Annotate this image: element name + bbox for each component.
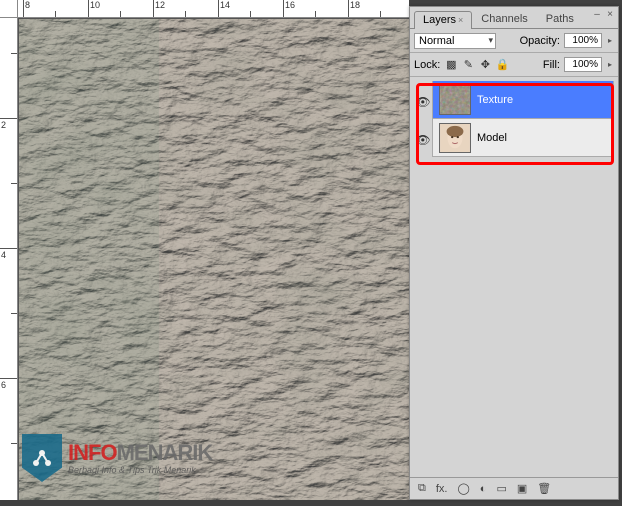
layers-list: 👁 👁 Texture Model (410, 77, 618, 477)
watermark-title: INFOMENARIK (68, 442, 212, 464)
layer-name[interactable]: Model (477, 132, 507, 144)
lock-label: Lock: (414, 59, 440, 71)
layers-panel-footer: ⧉ fx. ◯ ◐ ▭ ▣ 🗑 (410, 477, 618, 499)
close-icon[interactable]: × (458, 15, 463, 25)
ruler-h-8: 8 (25, 0, 30, 10)
layer-name[interactable]: Texture (477, 94, 513, 106)
visibility-toggle[interactable]: 👁 (414, 121, 432, 159)
ruler-v-4: 4 (1, 250, 6, 260)
adjustment-layer-icon[interactable]: ◐ (480, 483, 487, 495)
chevron-right-icon[interactable]: ▸ (606, 36, 614, 45)
layer-thumbnail[interactable] (439, 123, 471, 153)
opacity-input[interactable]: 100% (564, 33, 602, 48)
ruler-origin[interactable] (0, 0, 18, 18)
layer-mask-icon[interactable]: ◯ (457, 482, 469, 495)
opacity-label: Opacity: (520, 35, 560, 47)
layers-panel: – × Layers× Channels Paths Normal Opacit… (409, 6, 619, 500)
layer-row-texture[interactable]: Texture (432, 81, 614, 119)
visibility-toggle[interactable]: 👁 (414, 83, 432, 121)
lock-all-icon[interactable]: 🔒 (495, 58, 509, 71)
lock-transparency-icon[interactable]: ▩ (444, 58, 458, 71)
panel-close-icon[interactable]: × (604, 9, 616, 21)
link-layers-icon[interactable]: ⧉ (418, 482, 426, 495)
lock-position-icon[interactable]: ✥ (478, 58, 492, 71)
tab-channels[interactable]: Channels (472, 10, 536, 28)
lock-pixels-icon[interactable]: ✎ (461, 58, 475, 71)
ruler-h-18: 18 (350, 0, 360, 10)
tab-paths[interactable]: Paths (537, 10, 583, 28)
canvas[interactable] (19, 19, 409, 500)
new-layer-icon[interactable]: ▣ (517, 482, 527, 495)
panel-minimize-icon[interactable]: – (591, 9, 603, 21)
fill-label: Fill: (543, 59, 560, 71)
ruler-v-2: 2 (1, 120, 6, 130)
layer-row-model[interactable]: Model (432, 119, 614, 157)
fill-input[interactable]: 100% (564, 57, 602, 72)
document-window: 8 10 12 14 16 18 2 4 6 (0, 0, 409, 500)
ruler-vertical[interactable]: 2 4 6 (0, 18, 18, 500)
watermark: INFOMENARIK Berbagi Info & Tips Trik Men… (22, 434, 212, 482)
ruler-v-6: 6 (1, 380, 6, 390)
panel-tabs: Layers× Channels Paths (410, 7, 618, 29)
layer-fx-icon[interactable]: fx. (436, 483, 448, 495)
watermark-shield-icon (22, 434, 62, 482)
ruler-horizontal[interactable]: 8 10 12 14 16 18 (18, 0, 409, 18)
ruler-h-10: 10 (90, 0, 100, 10)
delete-layer-icon[interactable]: 🗑 (537, 482, 551, 495)
layer-thumbnail[interactable] (439, 85, 471, 115)
chevron-right-icon[interactable]: ▸ (606, 60, 614, 69)
ruler-h-16: 16 (285, 0, 295, 10)
watermark-tagline: Berbagi Info & Tips Trik Menarik (68, 466, 212, 475)
blend-mode-select[interactable]: Normal (414, 33, 496, 49)
tab-layers[interactable]: Layers× (414, 11, 472, 29)
ruler-h-14: 14 (220, 0, 230, 10)
new-group-icon[interactable]: ▭ (496, 482, 506, 495)
ruler-h-12: 12 (155, 0, 165, 10)
